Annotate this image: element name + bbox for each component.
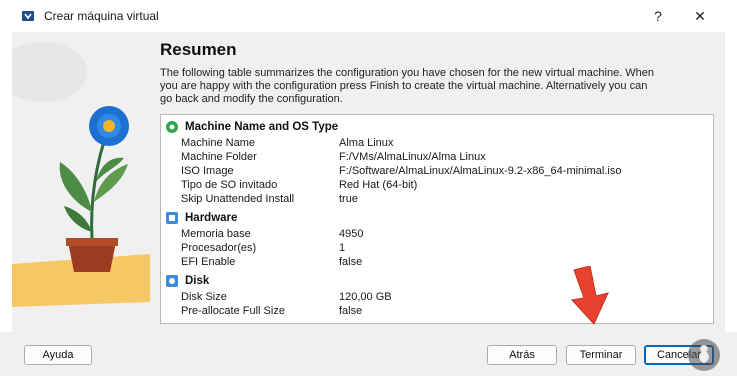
row-key: Skip Unattended Install (181, 193, 295, 205)
window-title: Crear máquina virtual (44, 9, 159, 23)
wizard-plant-illustration (12, 32, 150, 332)
row-value: F:/Software/AlmaLinux/AlmaLinux-9.2-x86_… (339, 165, 622, 177)
close-window-button[interactable]: ✕ (680, 4, 720, 28)
flower-icon (89, 106, 129, 146)
disk-icon (166, 275, 178, 287)
row-value: 120,00 GB (339, 291, 392, 303)
row-key: Disk Size (181, 291, 227, 303)
row-value: true (339, 193, 358, 205)
hardware-chip-icon (166, 212, 178, 224)
row-key: EFI Enable (181, 256, 236, 268)
row-value: false (339, 256, 363, 268)
row-key: Machine Name (181, 137, 255, 149)
puzzle-piece-icon (166, 121, 178, 133)
help-title-button[interactable]: ? (638, 4, 678, 28)
row-value: Alma Linux (339, 137, 394, 149)
row-value: F:/VMs/AlmaLinux/Alma Linux (339, 151, 486, 163)
help-button[interactable]: Ayuda (24, 345, 92, 365)
row-value: 1 (339, 242, 346, 254)
virtualbox-logo-icon (22, 11, 34, 21)
summary-table[interactable]: Machine Name and OS Type Machine Name Al… (160, 114, 714, 324)
row-key: Pre-allocate Full Size (181, 305, 285, 317)
row-value: false (339, 305, 363, 317)
watermark-logo-icon (688, 339, 720, 371)
back-button[interactable]: Atrás (487, 345, 557, 365)
row-key: Machine Folder (181, 151, 257, 163)
row-key: Memoria base (181, 228, 251, 240)
row-value: 4950 (339, 228, 364, 240)
row-value: Red Hat (64-bit) (339, 179, 418, 191)
page-description: The following table summarizes the confi… (160, 67, 655, 105)
finish-button[interactable]: Terminar (566, 345, 636, 365)
row-key: Tipo de SO invitado (181, 179, 278, 191)
row-key: Procesador(es) (181, 242, 257, 254)
group-title: Machine Name and OS Type (185, 121, 339, 133)
group-title: Hardware (185, 212, 238, 224)
page-title: Resumen (160, 40, 237, 59)
group-title: Disk (185, 275, 210, 287)
title-bar: Crear máquina virtual ? ✕ (0, 0, 737, 32)
row-key: ISO Image (181, 165, 234, 177)
red-arrow-annotation-icon (571, 266, 609, 325)
